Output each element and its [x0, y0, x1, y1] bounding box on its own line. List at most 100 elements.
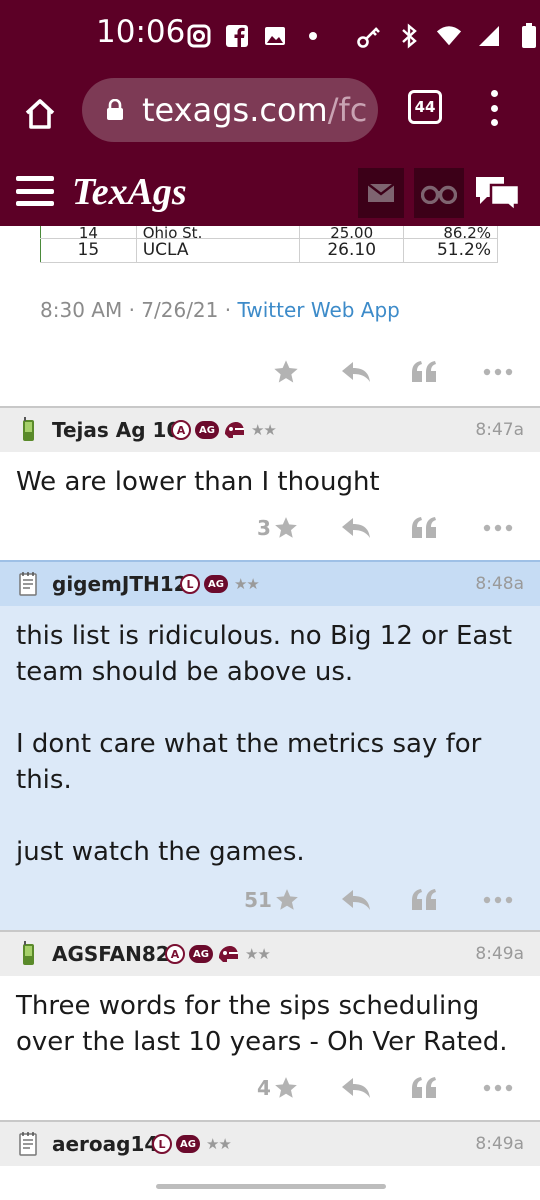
star-icon[interactable] — [268, 352, 304, 392]
table-cell-score: 26.10 — [299, 238, 405, 263]
more-options-icon[interactable] — [478, 880, 518, 920]
post-body: We are lower than I thought — [16, 464, 526, 500]
post-actions: 4 — [0, 1068, 540, 1108]
more-options-icon[interactable] — [478, 508, 518, 548]
ranking-table: 14 Ohio St. 25.00 86.2% 15 UCLA 26.10 51… — [40, 226, 498, 263]
chat-icon[interactable] — [472, 168, 524, 218]
mail-icon[interactable] — [358, 168, 404, 218]
table-cell-score: 25.00 — [299, 226, 405, 239]
reply-icon[interactable] — [338, 508, 374, 548]
post-username[interactable]: gigemJTH12 — [52, 572, 188, 596]
notepad-device-icon — [19, 572, 37, 596]
more-options-icon[interactable] — [478, 1068, 518, 1108]
rating-stars: ★★ — [233, 575, 260, 593]
post-body: this list is ridiculous. no Big 12 or Ea… — [16, 618, 526, 870]
texags-logo[interactable]: TexAgs — [72, 170, 187, 214]
quote-icon[interactable] — [406, 508, 442, 548]
post-username[interactable]: aeroag14 — [52, 1132, 158, 1156]
helmet-icon — [224, 422, 244, 438]
star-count: 51 — [244, 888, 272, 912]
post-header: gigemJTH12 L AG ★★ 8:48a — [0, 562, 540, 606]
url-host: texags.com — [142, 91, 328, 129]
dot-icon — [300, 23, 326, 49]
status-time: 10:06 — [96, 14, 186, 50]
post-actions: 3 — [0, 508, 540, 548]
url-text: texags.com/fc — [142, 91, 367, 129]
post-paragraph: Three words for the sips scheduling over… — [16, 991, 508, 1057]
wifi-icon — [436, 23, 462, 49]
badge-ag: AG — [204, 575, 228, 593]
menu-kebab-icon[interactable] — [484, 86, 504, 130]
post-paragraph: this list is ridiculous. no Big 12 or Ea… — [16, 621, 513, 687]
helmet-icon — [218, 946, 238, 962]
post-header: aeroag14 L AG ★★ 8:49a — [0, 1122, 540, 1166]
post-time: 8:47a — [475, 420, 524, 440]
badge-ag: AG — [195, 421, 219, 439]
quote-icon[interactable] — [406, 1068, 442, 1108]
post-paragraph: We are lower than I thought — [16, 467, 380, 497]
table-cell-rank: 15 — [40, 238, 137, 263]
star-icon — [276, 889, 298, 910]
gesture-nav-handle[interactable] — [156, 1184, 386, 1189]
badge-ag: AG — [189, 945, 213, 963]
url-path: /fc — [327, 91, 368, 129]
post-time: 8:48a — [475, 574, 524, 594]
notepad-device-icon — [19, 1132, 37, 1156]
url-bar[interactable]: texags.com/fc — [82, 78, 378, 142]
image-icon — [262, 23, 288, 49]
mobile-device-icon — [23, 941, 34, 965]
hamburger-menu-icon[interactable] — [16, 176, 54, 206]
reply-icon[interactable] — [338, 352, 374, 392]
post-username[interactable]: AGSFAN82 — [52, 942, 170, 966]
badge-letter: A — [165, 944, 185, 964]
table-cell-team: UCLA — [136, 238, 301, 263]
star-button[interactable]: 51 — [240, 880, 304, 920]
forum-post: AGSFAN82 A AG ★★ 8:49a Three words for t… — [0, 930, 540, 1120]
home-button[interactable] — [16, 90, 64, 138]
table-cell-team: Ohio St. — [136, 226, 301, 239]
tab-switcher-button[interactable]: 44 — [408, 90, 442, 124]
bluetooth-icon — [396, 23, 422, 49]
badge-ag: AG — [176, 1135, 200, 1153]
star-button[interactable]: 4 — [252, 1068, 304, 1108]
post-actions: 51 — [0, 880, 540, 920]
forum-post: aeroag14 L AG ★★ 8:49a — [0, 1120, 540, 1178]
forum-post: Tejas Ag 10 A AG ★★ 8:47a We are lower t… — [0, 406, 540, 560]
quote-icon[interactable] — [406, 352, 442, 392]
home-icon — [25, 99, 55, 129]
instagram-icon — [186, 23, 212, 49]
post-time: 8:49a — [475, 944, 524, 964]
binoculars-icon[interactable] — [414, 168, 464, 218]
star-icon — [275, 1077, 297, 1098]
post-header: Tejas Ag 10 A AG ★★ 8:47a — [0, 408, 540, 452]
star-button[interactable]: 3 — [252, 508, 304, 548]
table-cell-pct: 51.2% — [403, 238, 498, 263]
more-options-icon[interactable] — [478, 352, 518, 392]
app-header: TexAgs — [0, 160, 540, 226]
post-header: AGSFAN82 A AG ★★ 8:49a — [0, 932, 540, 976]
badge-letter: L — [152, 1134, 172, 1154]
signal-icon — [476, 23, 502, 49]
star-count: 3 — [257, 516, 271, 540]
status-bar: 10:06 — [0, 0, 540, 72]
post-username[interactable]: Tejas Ag 10 — [52, 418, 180, 442]
rating-stars: ★★ — [205, 1135, 232, 1153]
table-cell-pct: 86.2% — [403, 226, 498, 239]
rating-stars: ★★ — [250, 421, 277, 439]
forum-post-highlighted: gigemJTH12 L AG ★★ 8:48a this list is ri… — [0, 560, 540, 930]
rating-stars: ★★ — [244, 945, 271, 963]
post-body: Three words for the sips scheduling over… — [16, 988, 526, 1060]
star-icon — [275, 517, 297, 538]
post-actions — [0, 352, 540, 392]
reply-icon[interactable] — [338, 1068, 374, 1108]
table-row: 15 UCLA 26.10 51.2% — [40, 238, 498, 263]
badge-letter: A — [171, 420, 191, 440]
post-paragraph: I dont care what the metrics say for thi… — [16, 729, 482, 795]
quote-icon[interactable] — [406, 880, 442, 920]
lock-icon — [107, 99, 123, 120]
post-time: 8:49a — [475, 1134, 524, 1154]
tweet-source-link[interactable]: Twitter Web App — [237, 298, 399, 322]
browser-toolbar: texags.com/fc 44 — [0, 72, 540, 160]
table-cell-rank: 14 — [40, 226, 137, 239]
reply-icon[interactable] — [338, 880, 374, 920]
